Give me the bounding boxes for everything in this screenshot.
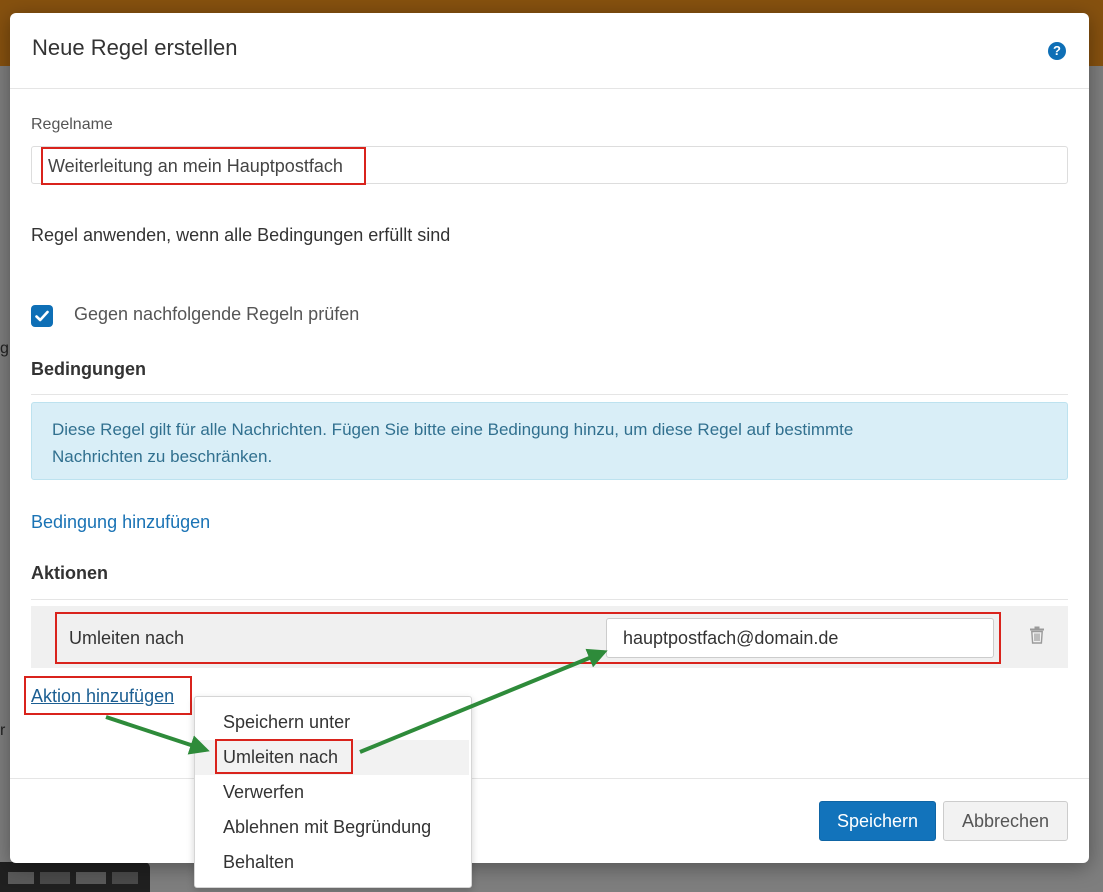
blurred-badge: [0, 862, 150, 892]
menu-item-keep[interactable]: Behalten: [195, 845, 469, 880]
dialog-title: Neue Regel erstellen: [32, 35, 238, 60]
actions-title: Aktionen: [31, 563, 109, 583]
highlight-box: [41, 147, 366, 185]
highlight-box: [55, 612, 1001, 664]
menu-item-reject-with-reason[interactable]: Ablehnen mit Begründung: [195, 810, 469, 845]
info-line: Diese Regel gilt für alle Nachrichten. F…: [52, 420, 854, 439]
save-button[interactable]: Speichern: [819, 801, 936, 841]
trash-icon[interactable]: [1029, 626, 1045, 644]
menu-item-save-to[interactable]: Speichern unter: [195, 705, 469, 740]
apply-condition-text: Regel anwenden, wenn alle Bedingungen er…: [31, 225, 451, 245]
background-fragment: g: [0, 340, 9, 357]
conditions-info-alert: Diese Regel gilt für alle Nachrichten. F…: [31, 402, 1068, 480]
help-icon[interactable]: ?: [1048, 42, 1066, 60]
check-following-checkbox[interactable]: [31, 305, 53, 327]
check-following-label: Gegen nachfolgende Regeln prüfen: [74, 304, 360, 324]
menu-item-discard[interactable]: Verwerfen: [195, 775, 469, 810]
new-rule-dialog: Neue Regel erstellen ? Regelname Weiterl…: [10, 13, 1089, 863]
footer-divider: [10, 778, 1089, 779]
info-line: Nachrichten zu beschränken.: [52, 447, 273, 466]
rule-name-label: Regelname: [31, 116, 113, 133]
background-fragment: r: [0, 722, 6, 739]
add-condition-link[interactable]: Bedingung hinzufügen: [31, 512, 210, 533]
cancel-button[interactable]: Abbrechen: [943, 801, 1068, 841]
conditions-title: Bedingungen: [31, 359, 146, 379]
highlight-box: [24, 676, 192, 715]
action-dropdown-menu: Speichern unter Umleiten nach Verwerfen …: [194, 696, 472, 888]
divider: [31, 394, 1068, 395]
checkmark-icon: [35, 310, 49, 322]
highlight-box: [215, 739, 353, 774]
dialog-header: Neue Regel erstellen ?: [10, 13, 1089, 89]
divider: [31, 599, 1068, 600]
